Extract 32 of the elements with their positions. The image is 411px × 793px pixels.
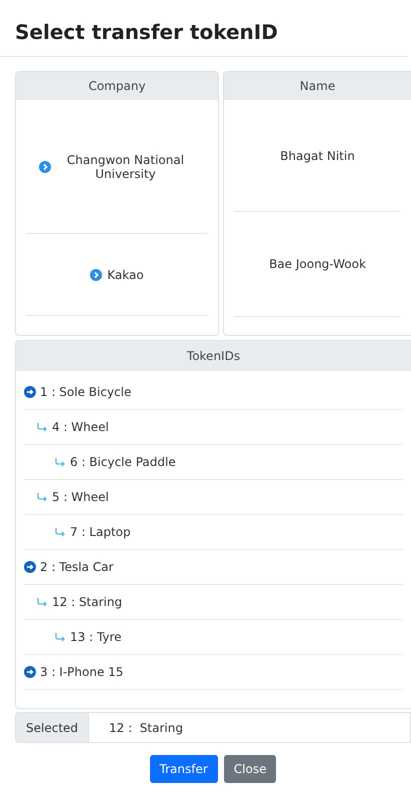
tree-item[interactable]: 4 : Wheel bbox=[24, 410, 403, 445]
selected-field: 12 : Staring bbox=[89, 712, 411, 743]
dialog-title: Select transfer tokenID bbox=[0, 0, 407, 57]
column-header: Name bbox=[224, 72, 411, 100]
close-button[interactable]: Close bbox=[224, 755, 276, 783]
turn-arrow-icon bbox=[54, 527, 66, 537]
arrow-circle-icon bbox=[24, 386, 36, 398]
tree-item[interactable]: 7 : Laptop bbox=[24, 515, 403, 550]
tree-item[interactable]: 5 : Wheel bbox=[24, 480, 403, 515]
tree-item[interactable]: 3 : I-Phone 15 bbox=[24, 655, 403, 690]
transfer-button[interactable]: Transfer bbox=[150, 755, 218, 783]
arrow-circle-icon bbox=[24, 666, 36, 678]
turn-arrow-icon bbox=[36, 492, 48, 502]
column-header: Company bbox=[16, 72, 218, 100]
panel-header: TokenIDs bbox=[16, 341, 411, 371]
table-cell: Kakao bbox=[26, 234, 208, 316]
turn-arrow-icon bbox=[36, 597, 48, 607]
selected-label: Selected bbox=[15, 712, 90, 743]
turn-arrow-icon bbox=[36, 422, 48, 432]
turn-arrow-icon bbox=[54, 457, 66, 467]
tree-item[interactable]: 12 : Staring bbox=[24, 585, 403, 620]
tree-item[interactable]: 1 : Sole Bicycle bbox=[24, 375, 403, 410]
table-cell: Bae Joong-Wook bbox=[234, 212, 401, 317]
turn-arrow-icon bbox=[54, 632, 66, 642]
chevron-circle-icon bbox=[38, 160, 50, 172]
table-cell: Bhagat Nitin bbox=[234, 100, 401, 212]
table-cell: Changwon National University bbox=[26, 100, 208, 234]
tree-item[interactable]: 2 : Tesla Car bbox=[24, 550, 403, 585]
chevron-circle-icon bbox=[90, 268, 102, 280]
tree-item[interactable]: 6 : Bicycle Paddle bbox=[24, 445, 403, 480]
tree-item[interactable]: 13 : Tyre bbox=[24, 620, 403, 655]
arrow-circle-icon bbox=[24, 561, 36, 573]
